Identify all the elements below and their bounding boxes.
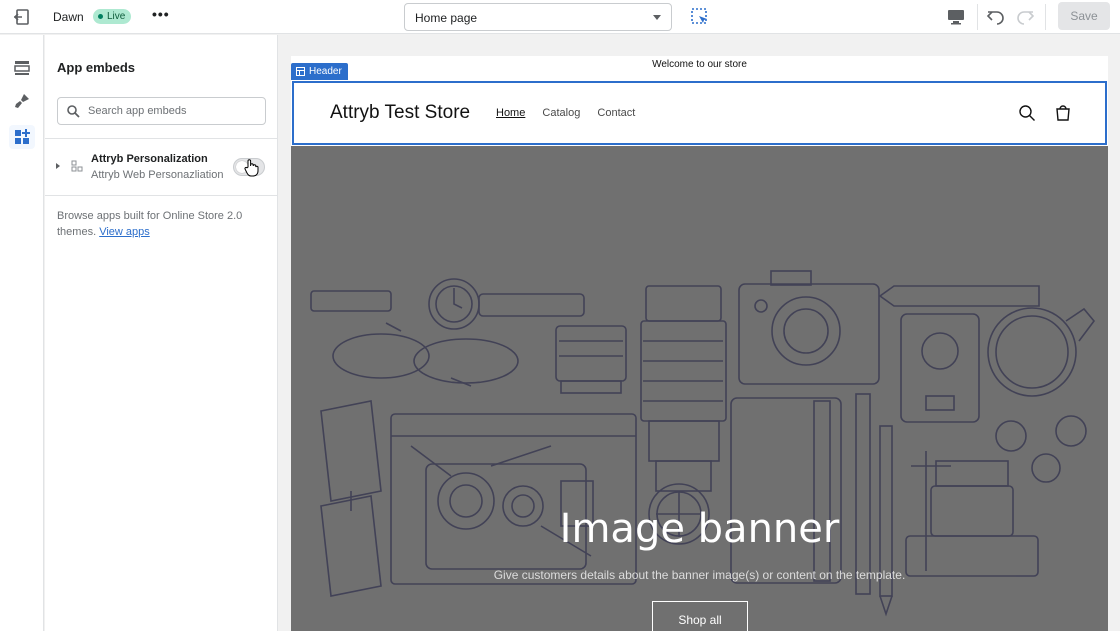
rail-sections-button[interactable] [9, 56, 35, 80]
section-tag-label: Header [309, 66, 342, 77]
app-embed-subtitle: Attryb Web Personazliation [91, 169, 224, 181]
browse-apps-text: Browse apps built for Online Store 2.0 t… [57, 208, 262, 240]
banner-subheading: Give customers details about the banner … [493, 568, 906, 582]
live-badge: Live [93, 9, 132, 24]
desktop-view-icon[interactable] [946, 8, 966, 26]
chevron-down-icon [653, 15, 661, 20]
panel-title: App embeds [57, 60, 136, 75]
divider [1045, 4, 1046, 30]
shop-all-button[interactable]: Shop all [652, 601, 748, 631]
undo-icon[interactable] [986, 7, 1006, 27]
search-box[interactable] [57, 97, 266, 125]
redo-icon[interactable] [1015, 7, 1035, 27]
sections-icon [14, 61, 30, 75]
cart-icon[interactable] [1054, 104, 1072, 122]
divider [977, 4, 978, 30]
rail-theme-settings-button[interactable] [9, 90, 35, 114]
page-selector[interactable]: Home page [404, 3, 672, 31]
paintbrush-icon [15, 94, 29, 108]
save-button[interactable]: Save [1058, 2, 1110, 30]
expand-caret-icon[interactable] [56, 163, 60, 169]
store-nav: Home Catalog Contact [496, 107, 649, 119]
icon-rail [0, 35, 44, 631]
nav-item-home[interactable]: Home [496, 107, 525, 119]
top-bar: Dawn Live ••• Home page Save [0, 0, 1120, 34]
nav-item-catalog[interactable]: Catalog [542, 107, 580, 119]
page-selector-label: Home page [415, 11, 478, 25]
app-embeds-panel: App embeds Attryb Personalization Attryb… [45, 35, 278, 631]
store-header[interactable]: Attryb Test Store Home Catalog Contact [292, 81, 1107, 145]
search-icon[interactable] [1018, 104, 1036, 122]
section-tag-header[interactable]: Header [291, 63, 348, 80]
theme-name: Dawn [53, 10, 84, 24]
divider [45, 195, 277, 196]
more-actions-button[interactable]: ••• [152, 6, 170, 22]
section-icon [296, 67, 305, 76]
announcement-bar[interactable]: Welcome to our store [291, 56, 1108, 80]
exit-icon[interactable] [12, 8, 30, 26]
apps-icon [15, 129, 30, 144]
divider [45, 138, 277, 139]
store-name[interactable]: Attryb Test Store [330, 102, 470, 124]
app-embed-name: Attryb Personalization [91, 153, 208, 165]
hand-pointer-icon [244, 159, 259, 177]
view-apps-link[interactable]: View apps [99, 226, 150, 238]
banner-heading: Image banner [559, 506, 840, 552]
search-input[interactable] [88, 102, 258, 120]
app-block-icon [71, 160, 83, 172]
rail-app-embeds-button[interactable] [9, 125, 35, 149]
image-banner[interactable]: Image banner Give customers details abou… [291, 146, 1108, 631]
nav-item-contact[interactable]: Contact [597, 107, 635, 119]
search-icon [67, 105, 80, 118]
inspector-icon[interactable] [688, 5, 712, 29]
banner-image [310, 270, 1096, 617]
